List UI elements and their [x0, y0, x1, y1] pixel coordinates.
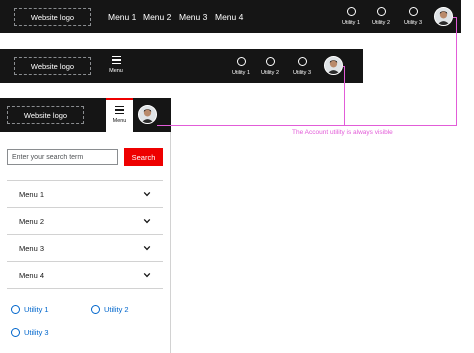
- hamburger-icon: [111, 56, 121, 64]
- utility-label: Utility 3: [24, 328, 49, 337]
- dropdown-utility-3[interactable]: Utility 3: [11, 328, 49, 337]
- desktop-menu-4[interactable]: Menu 4: [215, 12, 243, 22]
- accordion-label: Menu 1: [19, 189, 45, 199]
- account-avatar[interactable]: [434, 7, 453, 26]
- accordion-label: Menu 3: [19, 243, 45, 253]
- utility-circle-icon: [408, 7, 418, 16]
- logo-text: Website logo: [30, 12, 75, 22]
- tablet-menu-button[interactable]: Menu: [106, 56, 126, 74]
- avatar-image: [139, 106, 156, 123]
- accordion-label: Menu 2: [19, 216, 45, 226]
- utility-label: Utility 1: [231, 70, 251, 76]
- utility-circle-icon: [346, 7, 356, 16]
- annotation-line-desktop-vertical: [456, 17, 457, 125]
- accordion-menu-1[interactable]: Menu 1: [7, 180, 163, 207]
- utility-circle-icon: [11, 328, 20, 337]
- desktop-utility-1[interactable]: Utility 1: [338, 7, 364, 26]
- avatar-image: [435, 8, 452, 25]
- annotation-note: The Account utility is always visible: [292, 129, 393, 136]
- chevron-down-icon: [143, 245, 151, 251]
- menu-label: Menu: [109, 68, 123, 74]
- dropdown-utility-2[interactable]: Utility 2: [91, 305, 129, 314]
- desktop-utility-2[interactable]: Utility 2: [368, 7, 394, 26]
- utility-circle-icon: [91, 305, 100, 314]
- chevron-down-icon: [143, 218, 151, 224]
- mobile-menu-button-open[interactable]: Menu: [106, 98, 133, 132]
- search-input[interactable]: [7, 149, 118, 165]
- desktop-header: Website logo Menu 1 Menu 2 Menu 3 Menu 4…: [0, 0, 461, 33]
- chevron-down-icon: [143, 191, 151, 197]
- utility-circle-icon: [376, 7, 386, 16]
- utility-label: Utility 1: [341, 20, 361, 26]
- annotation-line-tablet-vertical: [344, 66, 345, 125]
- website-logo[interactable]: Website logo: [7, 106, 84, 124]
- accordion-menu-4[interactable]: Menu 4: [7, 261, 163, 288]
- desktop-menu-1[interactable]: Menu 1: [108, 12, 136, 22]
- account-avatar[interactable]: [138, 105, 157, 124]
- website-logo[interactable]: Website logo: [14, 57, 91, 75]
- accordion-label: Menu 4: [19, 270, 45, 280]
- desktop-utility-3[interactable]: Utility 3: [400, 7, 426, 26]
- logo-text: Website logo: [23, 110, 68, 120]
- hamburger-icon: [115, 106, 124, 114]
- menu-label: Menu: [112, 118, 127, 124]
- utility-circle-icon: [297, 57, 307, 66]
- search-button[interactable]: Search: [124, 148, 163, 166]
- dropdown-utility-1[interactable]: Utility 1: [11, 305, 49, 314]
- account-avatar[interactable]: [324, 56, 343, 75]
- desktop-menu-3[interactable]: Menu 3: [179, 12, 207, 22]
- utility-circle-icon: [265, 57, 275, 66]
- utility-label: Utility 2: [260, 70, 280, 76]
- desktop-menu-2[interactable]: Menu 2: [143, 12, 171, 22]
- logo-text: Website logo: [30, 61, 75, 71]
- utility-label: Utility 1: [24, 305, 49, 314]
- utility-label: Utility 3: [292, 70, 312, 76]
- avatar-image: [325, 57, 342, 74]
- accordion-divider: [7, 288, 163, 289]
- utility-label: Utility 2: [371, 20, 391, 26]
- accordion-menu-3[interactable]: Menu 3: [7, 234, 163, 261]
- website-logo[interactable]: Website logo: [14, 8, 91, 26]
- tablet-header: Website logo Menu Utility 1 Utility 2 Ut…: [0, 49, 363, 83]
- tablet-utility-2[interactable]: Utility 2: [257, 57, 283, 76]
- utility-circle-icon: [236, 57, 246, 66]
- chevron-down-icon: [143, 272, 151, 278]
- tablet-utility-1[interactable]: Utility 1: [228, 57, 254, 76]
- utility-circle-icon: [11, 305, 20, 314]
- tablet-utility-3[interactable]: Utility 3: [289, 57, 315, 76]
- annotation-line-mobile-avatar: [157, 125, 457, 126]
- utility-label: Utility 3: [403, 20, 423, 26]
- accordion-menu-2[interactable]: Menu 2: [7, 207, 163, 234]
- mobile-header: Website logo: [0, 98, 171, 132]
- utility-label: Utility 2: [104, 305, 129, 314]
